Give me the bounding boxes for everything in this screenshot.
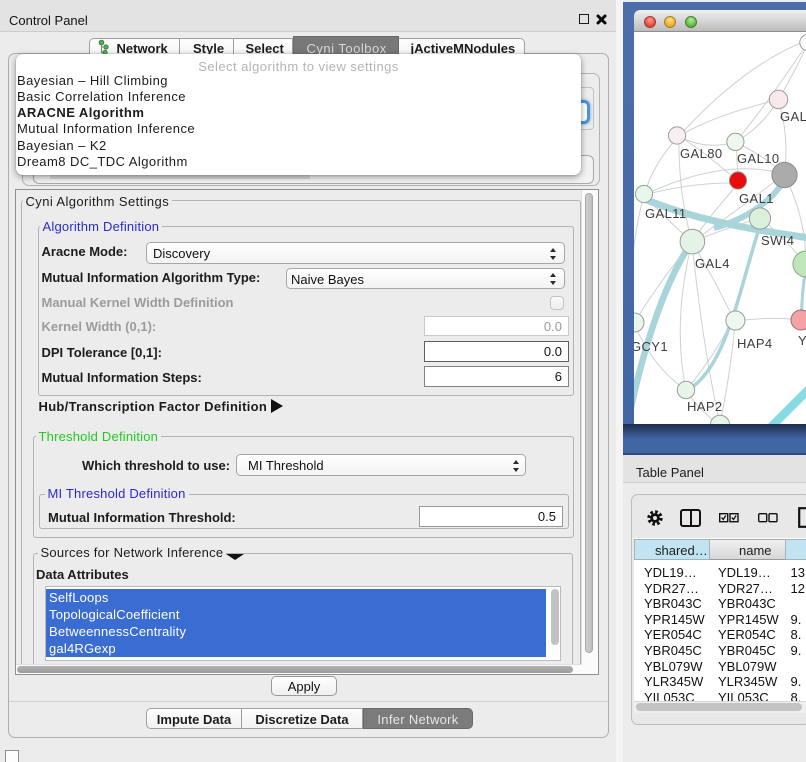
svg-text:GAL80: GAL80: [680, 146, 722, 161]
svg-text:GAL10: GAL10: [737, 151, 779, 166]
svg-text:GAL1: GAL1: [739, 191, 774, 206]
svg-text:HAP4: HAP4: [737, 336, 773, 351]
svg-text:GCY1: GCY1: [634, 339, 668, 354]
svg-text:SWI4: SWI4: [761, 233, 794, 248]
svg-text:GAL2: GAL2: [780, 109, 806, 124]
svg-text:GAL11: GAL11: [645, 206, 687, 221]
svg-text:GAL4: GAL4: [695, 256, 730, 271]
svg-text:YM: YM: [798, 333, 806, 348]
svg-text:HAP2: HAP2: [687, 399, 723, 414]
